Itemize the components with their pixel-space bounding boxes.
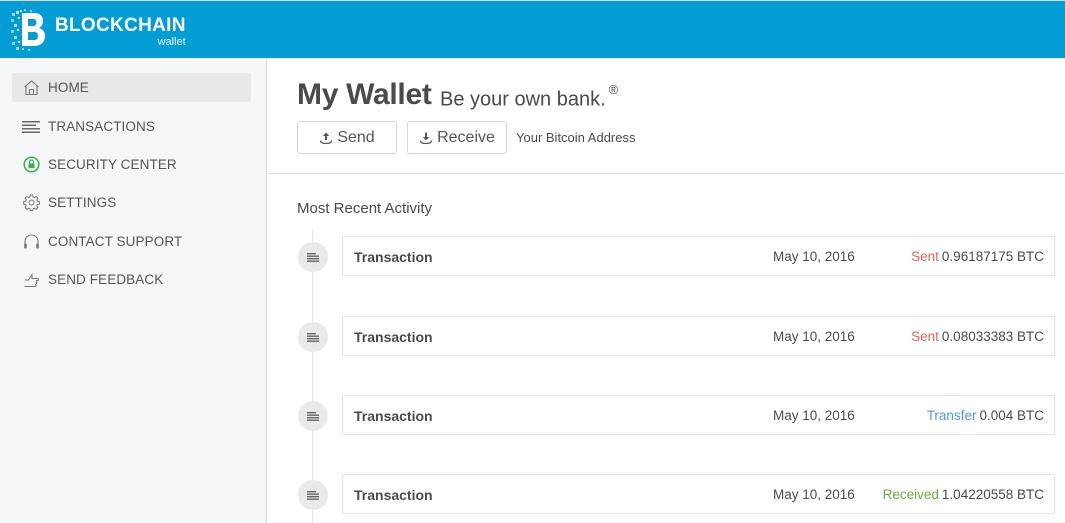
list-icon — [21, 117, 41, 137]
activity-title: Most Recent Activity — [297, 200, 433, 217]
page-tagline: Be your own bank. ® — [440, 82, 618, 112]
sidebar: HOME TRANSACTIONS SECURITY CENTER SETTIN… — [0, 58, 267, 523]
transaction-icon — [298, 322, 328, 352]
sidebar-item-contact-support[interactable]: CONTACT SUPPORT — [12, 227, 251, 256]
sidebar-item-label: HOME — [48, 80, 89, 95]
transaction-row[interactable]: Transaction May 10, 2016 Transfer 0.004 BTC — [298, 395, 1055, 435]
headphones-icon — [21, 232, 41, 252]
transaction-date: May 10, 2016 — [773, 408, 855, 423]
sidebar-item-label: SECURITY CENTER — [48, 157, 177, 172]
brand-subtitle: wallet — [157, 36, 186, 48]
transaction-kind: Transfer — [926, 408, 977, 423]
gear-icon — [21, 193, 41, 213]
transaction-value: 0.96187175 BTC — [941, 249, 1044, 264]
sidebar-item-settings[interactable]: SETTINGS — [12, 188, 251, 217]
transaction-date: May 10, 2016 — [773, 487, 855, 502]
blockchain-logo[interactable]: BLOCKCHAIN wallet — [10, 9, 186, 51]
transaction-amount: Transfer 0.004 BTC — [927, 408, 1044, 423]
thumbs-up-icon — [21, 270, 41, 290]
transaction-value: 0.08033383 BTC — [941, 329, 1044, 344]
transaction-date: May 10, 2016 — [773, 249, 855, 264]
transaction-icon — [298, 242, 328, 272]
sidebar-item-transactions[interactable]: TRANSACTIONS — [12, 112, 251, 141]
transaction-amount: Received 1.04220558 BTC — [883, 487, 1044, 502]
transaction-name: Transaction — [354, 329, 433, 345]
registered-mark: ® — [608, 82, 619, 97]
lock-icon — [21, 155, 41, 175]
header-divider — [268, 173, 1065, 174]
transaction-kind: Sent — [911, 249, 939, 264]
transaction-card[interactable]: Transaction May 10, 2016 Transfer 0.004 BTC — [342, 395, 1055, 435]
tagline-text: Be your own bank. — [440, 88, 606, 111]
transaction-amount: Sent 0.96187175 BTC — [911, 249, 1044, 264]
sidebar-item-label: SETTINGS — [48, 195, 117, 210]
transaction-date: May 10, 2016 — [773, 329, 855, 344]
top-bar: BLOCKCHAIN wallet — [0, 0, 1065, 58]
main-content: My Wallet Be your own bank. ® Send Receiv… — [268, 58, 1065, 523]
send-label: Send — [337, 128, 375, 146]
receive-label: Receive — [437, 128, 495, 146]
transaction-card[interactable]: Transaction May 10, 2016 Sent 0.08033383 BT… — [342, 316, 1055, 356]
transaction-card[interactable]: Transaction May 10, 2016 Sent 0.96187175 BT… — [342, 236, 1055, 276]
brand-title: BLOCKCHAIN — [55, 15, 186, 36]
transaction-row[interactable]: Transaction May 10, 2016 Sent 0.96187175 BT… — [298, 236, 1055, 276]
sidebar-item-label: SEND FEEDBACK — [48, 272, 164, 287]
blockchain-logo-icon — [10, 9, 48, 51]
transaction-card[interactable]: Transaction May 10, 2016 Received 1.0422055… — [342, 474, 1055, 514]
home-icon — [21, 78, 41, 98]
transaction-amount: Sent 0.08033383 BTC — [911, 329, 1044, 344]
transaction-kind: Received — [882, 487, 939, 502]
transaction-kind: Sent — [911, 329, 939, 344]
transaction-value: 1.04220558 BTC — [941, 487, 1044, 502]
transaction-row[interactable]: Transaction May 10, 2016 Sent 0.08033383 BT… — [298, 316, 1055, 356]
transaction-value: 0.004 BTC — [979, 408, 1044, 423]
bitcoin-address-link[interactable]: Your Bitcoin Address — [516, 130, 635, 145]
transaction-name: Transaction — [354, 408, 433, 424]
sidebar-item-send-feedback[interactable]: SEND FEEDBACK — [12, 265, 251, 294]
transaction-name: Transaction — [354, 249, 433, 265]
download-icon — [419, 131, 433, 145]
transaction-name: Transaction — [354, 487, 433, 503]
transaction-row[interactable]: Transaction May 10, 2016 Received 1.0422055… — [298, 474, 1055, 514]
sidebar-item-home[interactable]: HOME — [12, 73, 251, 102]
sidebar-item-label: CONTACT SUPPORT — [48, 234, 183, 249]
sidebar-item-security-center[interactable]: SECURITY CENTER — [12, 150, 251, 179]
page-title: My Wallet — [297, 78, 432, 111]
send-button[interactable]: Send — [297, 121, 397, 154]
transaction-icon — [298, 401, 328, 431]
receive-button[interactable]: Receive — [407, 121, 507, 154]
sidebar-item-label: TRANSACTIONS — [48, 119, 155, 134]
upload-icon — [319, 131, 333, 145]
transaction-icon — [298, 480, 328, 510]
